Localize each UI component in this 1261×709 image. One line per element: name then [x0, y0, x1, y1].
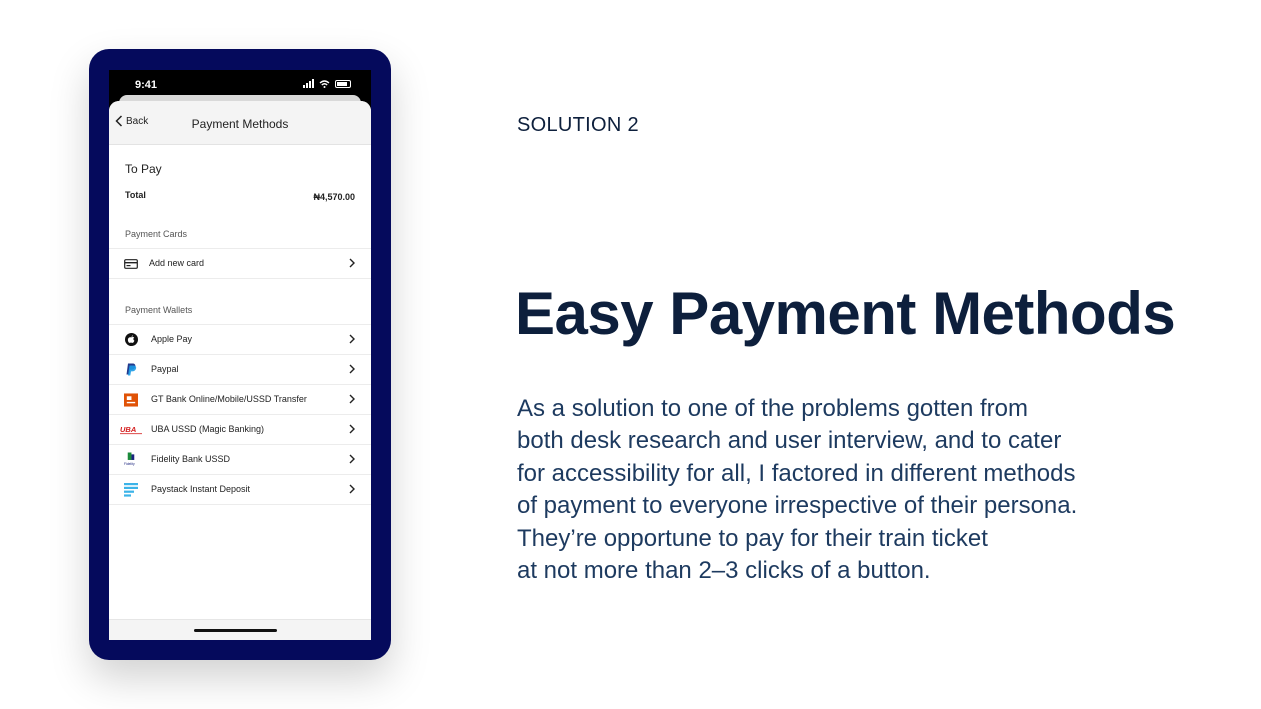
body-line: They’re opportune to pay for their train…	[517, 524, 988, 552]
wallet-row-paystack[interactable]: Paystack Instant Deposit	[109, 474, 371, 505]
status-time: 9:41	[135, 79, 158, 91]
to-pay-heading: To Pay	[125, 162, 162, 176]
status-icons	[303, 79, 351, 88]
home-indicator[interactable]	[194, 629, 277, 632]
uba-logo: UBA	[120, 423, 142, 436]
paystack-logo	[124, 482, 138, 497]
phone-mockup: 9:41 Back Payment Methods To Pay Total ₦…	[89, 49, 391, 660]
wallet-label: Paypal	[151, 364, 179, 374]
wallet-label: Fidelity Bank USSD	[151, 454, 231, 464]
signal-icon	[303, 79, 314, 88]
wallet-row-fidelity[interactable]: Fidelity Fidelity Bank USSD	[109, 444, 371, 474]
body-line: for accessibility for all, I factored in…	[517, 459, 1076, 487]
credit-card-icon	[124, 257, 138, 270]
gtbank-logo	[124, 392, 138, 407]
body-line: of payment to everyone irrespective of t…	[517, 492, 1078, 520]
body-line: both desk research and user interview, a…	[517, 427, 1062, 455]
apple-icon	[124, 333, 138, 346]
solution-kicker: SOLUTION 2	[517, 114, 639, 136]
wallet-row-uba[interactable]: UBA UBA USSD (Magic Banking)	[109, 414, 371, 444]
chevron-right-icon	[349, 484, 355, 494]
slide-headline: Easy Payment Methods	[515, 280, 1176, 347]
wallet-row-apple-pay[interactable]: Apple Pay	[109, 324, 371, 354]
wallet-label: Paystack Instant Deposit	[151, 484, 251, 494]
svg-text:Fidelity: Fidelity	[124, 462, 135, 466]
fidelity-logo: Fidelity	[124, 452, 138, 466]
wallet-label: UBA USSD (Magic Banking)	[151, 424, 265, 434]
total-label: Total	[125, 190, 146, 200]
slide-body-text: As a solution to one of the problems got…	[517, 393, 1217, 587]
chevron-right-icon	[349, 334, 355, 344]
wifi-icon	[319, 79, 330, 88]
add-new-card-row[interactable]: Add new card	[109, 248, 371, 278]
phone-screen: 9:41 Back Payment Methods To Pay Total ₦…	[109, 70, 371, 640]
nav-title: Payment Methods	[191, 117, 289, 131]
svg-text:UBA: UBA	[120, 425, 136, 434]
divider	[109, 278, 371, 279]
wallet-row-gtbank[interactable]: GT Bank Online/Mobile/USSD Transfer	[109, 384, 371, 414]
add-new-card-label: Add new card	[149, 258, 205, 268]
body-line: at not more than 2–3 clicks of a button.	[517, 557, 931, 585]
battery-icon	[335, 79, 351, 88]
chevron-right-icon	[349, 364, 355, 374]
chevron-right-icon	[349, 258, 355, 268]
total-value: ₦4,570.00	[313, 192, 355, 202]
chevron-right-icon	[349, 454, 355, 464]
nav-bar: Back Payment Methods	[109, 101, 371, 145]
wallet-row-paypal[interactable]: Paypal	[109, 354, 371, 384]
paypal-icon	[124, 363, 138, 376]
status-bar: 9:41	[109, 70, 371, 96]
chevron-right-icon	[349, 394, 355, 404]
chevron-right-icon	[349, 424, 355, 434]
body-line: As a solution to one of the problems got…	[517, 395, 1028, 422]
payment-cards-heading: Payment Cards	[125, 229, 188, 239]
home-bar-area	[109, 619, 371, 640]
wallet-label: GT Bank Online/Mobile/USSD Transfer	[151, 394, 307, 404]
wallet-label: Apple Pay	[151, 334, 193, 344]
payment-wallets-heading: Payment Wallets	[125, 305, 193, 315]
payment-methods-sheet: Back Payment Methods To Pay Total ₦4,570…	[109, 101, 371, 640]
